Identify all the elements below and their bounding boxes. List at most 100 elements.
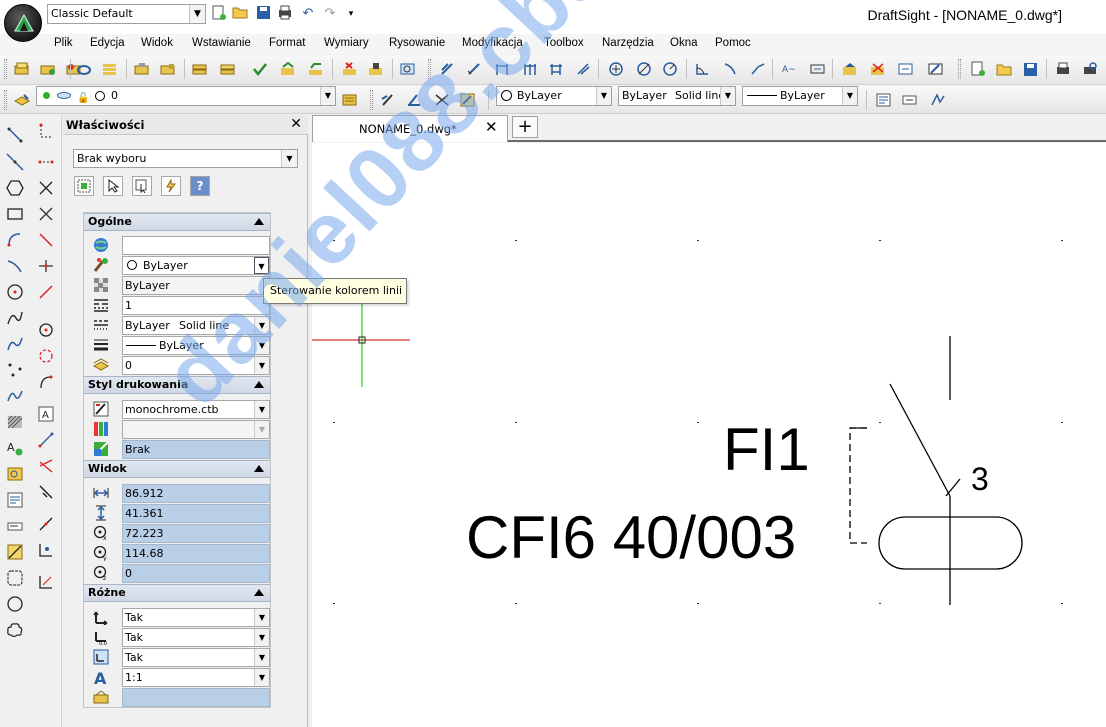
close-tab-icon[interactable]: ✕ [485, 118, 498, 136]
color-combo[interactable]: ByLayer ▼ [496, 86, 612, 106]
app-logo-icon[interactable] [4, 4, 42, 42]
menu-rysowanie[interactable]: Rysowanie [389, 37, 445, 49]
menu-pomoc[interactable]: Pomoc [715, 37, 751, 49]
insert-block-icon[interactable]: A [4, 437, 26, 459]
cloud-icon[interactable] [4, 619, 26, 641]
collapse-arrow-icon[interactable] [254, 465, 264, 472]
prop-value-linetype[interactable]: ByLayer [122, 276, 270, 295]
table-style-icon[interactable] [900, 90, 920, 110]
dimension-style-icon[interactable] [928, 90, 948, 110]
toggle-pickadd-icon[interactable] [161, 176, 181, 196]
refresh-icon[interactable] [74, 59, 94, 79]
note-icon[interactable] [4, 489, 26, 511]
label-type[interactable]: CFI6 40/003 [466, 503, 796, 572]
prop-value-view-center-z[interactable]: 0 [122, 564, 270, 583]
workspace-select[interactable]: Classic Default ▼ [47, 4, 206, 24]
prop-value-scale[interactable]: 1 [122, 296, 270, 315]
section-print-style[interactable]: Styl drukowania [84, 376, 270, 394]
new-drawing-icon[interactable] [968, 59, 988, 79]
print-drawing-icon[interactable] [1053, 59, 1073, 79]
select-all-icon[interactable] [74, 176, 94, 196]
layer-lock-icon[interactable] [158, 59, 178, 79]
dim-arc-icon[interactable] [692, 59, 712, 79]
prop-value-linestyle[interactable]: ByLayer Solid line ▼ [122, 316, 270, 335]
text-style-icon[interactable] [874, 90, 894, 110]
block-edit-icon[interactable] [868, 59, 888, 79]
prop-value-view-center-x[interactable]: 72.223 [122, 524, 270, 543]
infinite-line-icon[interactable] [4, 151, 26, 173]
layer-freeze-icon[interactable] [132, 59, 152, 79]
save-icon[interactable] [254, 5, 272, 23]
save-drawing-icon[interactable] [1020, 59, 1040, 79]
layer-unisolate-icon[interactable] [218, 59, 238, 79]
prop-value-ucs-icon[interactable]: Tak ▼ [122, 608, 270, 627]
dim-style-icon[interactable] [808, 59, 828, 79]
prop-value-ucs-origin[interactable]: Tak ▼ [122, 628, 270, 647]
hatch-icon[interactable] [4, 411, 26, 433]
revision-cloud-icon[interactable] [4, 567, 26, 589]
dimension-icon[interactable] [35, 429, 57, 451]
drawing-canvas[interactable]: FI1 CFI6 40/003 3 [312, 143, 1106, 727]
match-properties-icon[interactable] [378, 90, 398, 110]
dim-linear-icon[interactable] [438, 59, 458, 79]
table-icon[interactable] [4, 541, 26, 563]
ellipse-icon[interactable] [4, 593, 26, 615]
section-general[interactable]: Ogólne [84, 213, 270, 231]
prop-value-print-table[interactable]: ▼ [122, 420, 270, 439]
dim-aligned-icon[interactable] [464, 59, 484, 79]
dim-continue-icon[interactable] [520, 59, 540, 79]
array-icon[interactable] [35, 571, 57, 593]
layer-translate-icon[interactable] [398, 59, 418, 79]
dim-diameter-icon[interactable] [634, 59, 654, 79]
mirror-icon[interactable] [35, 177, 57, 199]
prop-value-print-attached[interactable]: Brak [122, 440, 270, 459]
dim-radius-icon[interactable] [660, 59, 680, 79]
polygon-icon[interactable] [4, 177, 26, 199]
rotate-icon[interactable] [35, 539, 57, 561]
simple-note-icon[interactable] [4, 515, 26, 537]
prop-value-layer[interactable]: 0 ▼ [122, 356, 270, 375]
change-layer-icon[interactable] [404, 90, 424, 110]
tolerance-icon[interactable]: A~ [780, 59, 800, 79]
prop-value-annotation-extra[interactable] [122, 688, 270, 707]
layer-match-icon[interactable] [306, 59, 326, 79]
selection-select[interactable]: Brak wyboru ▼ [73, 149, 298, 168]
block-insert-icon[interactable] [840, 59, 860, 79]
linetype-combo[interactable]: ByLayer Solid line ▼ [618, 86, 736, 106]
menu-edycja[interactable]: Edycja [90, 37, 125, 49]
copy-icon[interactable] [35, 120, 57, 142]
layer-delete-icon[interactable] [340, 59, 360, 79]
layer-stack-icon[interactable] [100, 59, 120, 79]
line-icon[interactable] [4, 124, 26, 146]
prop-value-view-width[interactable]: 86.912 [122, 484, 270, 503]
layer-isolate-icon[interactable] [190, 59, 210, 79]
collapse-arrow-icon[interactable] [254, 218, 264, 225]
add-tab-button[interactable]: + [512, 116, 538, 138]
layer-manager-icon[interactable] [12, 59, 32, 79]
new-file-icon[interactable] [210, 5, 228, 23]
prop-value-color[interactable]: ByLayer ▼ [122, 256, 270, 275]
properties-palette-icon[interactable] [458, 90, 478, 110]
collapse-arrow-icon[interactable] [254, 589, 264, 596]
layer-combo[interactable]: 🔓 0 ▼ [36, 86, 336, 106]
layer-merge-icon[interactable] [366, 59, 386, 79]
quick-select-icon[interactable] [132, 176, 152, 196]
layer-state-manager-icon[interactable] [340, 90, 360, 110]
block-attribute-icon[interactable] [896, 59, 916, 79]
toolbar-grip[interactable] [4, 90, 7, 110]
prop-value-ucs-viewport[interactable]: Tak ▼ [122, 648, 270, 667]
prop-value-annotation-scale[interactable]: 1:1 ▼ [122, 668, 270, 687]
image-icon[interactable] [4, 463, 26, 485]
circle-icon[interactable] [4, 281, 26, 303]
layer-walk-icon[interactable] [278, 59, 298, 79]
menu-wymiary[interactable]: Wymiary [324, 37, 369, 49]
undo-icon[interactable]: ↶ [299, 5, 317, 23]
arc-3point-icon[interactable] [4, 255, 26, 277]
document-tab[interactable]: NONAME_0.dwg* ✕ [312, 115, 508, 142]
pointer-icon[interactable] [103, 176, 123, 196]
toolbar-grip[interactable] [958, 59, 961, 79]
dim-ordinate-icon[interactable] [546, 59, 566, 79]
layer-state-icon[interactable] [38, 59, 58, 79]
prop-value-view-center-y[interactable]: 114.68 [122, 544, 270, 563]
prop-value-lineweight[interactable]: ByLayer ▼ [122, 336, 270, 355]
